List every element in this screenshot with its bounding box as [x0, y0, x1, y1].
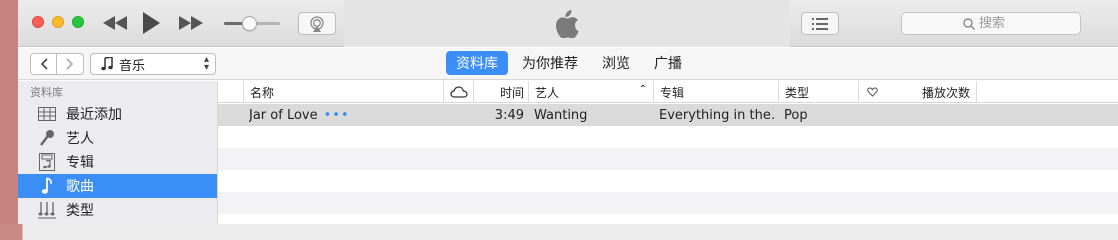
- song-artist-cell: Wanting: [534, 107, 588, 123]
- rewind-button[interactable]: [102, 12, 128, 34]
- sidebar: 资料库 最近添加 艺人 专辑 歌曲 类型: [18, 81, 218, 224]
- navigation-bar: 音乐 ▴ ▾ 资料库 为你推荐 浏览 广播: [18, 48, 1118, 80]
- desktop-background: [0, 0, 18, 224]
- rewind-icon: [103, 16, 127, 30]
- column-header-plays[interactable]: 播放次数: [916, 81, 976, 103]
- songs-table: 名称 时间 艺人 ⌃ 专辑 类型 播放次数 Jar of Love ••• 3:…: [218, 81, 1118, 224]
- table-header: 名称 时间 艺人 ⌃ 专辑 类型 播放次数: [218, 81, 1118, 103]
- itunes-window: 音乐 ▴▾ 资料库 为你推荐 浏览 广播 资料库 最近添加: [18, 0, 1118, 224]
- sidebar-item-artists[interactable]: 艺人: [18, 126, 217, 150]
- up-next-list-button[interactable]: [801, 12, 839, 35]
- table-row[interactable]: Jar of Love ••• 3:49 Wanting Everything …: [218, 104, 1118, 126]
- empty-table-row: [218, 192, 1118, 214]
- column-header-label: 艺人: [535, 85, 560, 100]
- sidebar-item-label: 歌曲: [66, 179, 94, 195]
- back-button[interactable]: [30, 53, 57, 75]
- sidebar-item-label: 专辑: [66, 155, 94, 171]
- minimize-window-button[interactable]: [52, 16, 64, 28]
- tab-for-you[interactable]: 为你推荐: [512, 51, 588, 75]
- tab-browse[interactable]: 浏览: [592, 51, 640, 75]
- airplay-icon: [310, 15, 324, 32]
- apple-logo-icon: [556, 9, 579, 38]
- media-kind-select[interactable]: 音乐 ▴ ▾: [90, 53, 216, 75]
- fast-forward-button[interactable]: [178, 12, 204, 34]
- volume-slider-knob[interactable]: [242, 16, 257, 31]
- more-options-button[interactable]: •••: [324, 108, 350, 123]
- empty-table-row: [218, 148, 1118, 170]
- column-header-icloud[interactable]: [443, 81, 473, 103]
- column-header-album[interactable]: 专辑: [653, 81, 778, 103]
- airplay-button[interactable]: [298, 12, 336, 35]
- empty-table-row: [218, 126, 1118, 148]
- sidebar-item-label: 类型: [66, 203, 94, 219]
- search-icon: [963, 17, 975, 30]
- chevron-left-icon: [40, 58, 48, 70]
- now-playing-display: [344, 0, 790, 47]
- microphone-icon: [38, 129, 56, 147]
- tab-radio[interactable]: 广播: [644, 51, 692, 75]
- tab-library[interactable]: 资料库: [446, 51, 508, 75]
- sidebar-item-songs[interactable]: 歌曲: [18, 174, 217, 198]
- column-header-time[interactable]: 时间: [473, 81, 528, 103]
- column-header-artist[interactable]: 艺人 ⌃: [528, 81, 653, 103]
- grid-icon: [38, 105, 56, 123]
- song-genre-cell: Pop: [784, 107, 808, 123]
- column-header-label: 类型: [785, 85, 810, 100]
- toolbar: [18, 0, 1118, 47]
- heart-icon: [866, 87, 878, 97]
- empty-table-row: [218, 170, 1118, 192]
- sidebar-item-recently-added[interactable]: 最近添加: [18, 102, 217, 126]
- column-header-name[interactable]: 名称: [243, 81, 443, 103]
- sidebar-item-label: 艺人: [66, 131, 94, 147]
- chevron-right-icon: [66, 58, 74, 70]
- song-time-cell: 3:49: [494, 107, 524, 123]
- media-kind-label: 音乐: [119, 58, 146, 74]
- genre-icon: [38, 201, 56, 219]
- song-name-cell: Jar of Love •••: [249, 104, 350, 126]
- sidebar-item-albums[interactable]: 专辑: [18, 150, 217, 174]
- play-button[interactable]: [141, 12, 161, 34]
- list-icon: [812, 17, 828, 30]
- search-input[interactable]: [979, 16, 1019, 31]
- column-header-genre[interactable]: 类型: [778, 81, 858, 103]
- music-note-icon: [38, 177, 56, 195]
- album-icon: [38, 153, 56, 171]
- sidebar-item-label: 最近添加: [66, 107, 122, 123]
- column-header-label: 名称: [250, 85, 275, 100]
- fast-forward-icon: [179, 16, 203, 30]
- column-header-empty: [976, 81, 1118, 103]
- maximize-window-button[interactable]: [72, 16, 84, 28]
- song-album-cell: Everything in the…: [659, 107, 775, 123]
- forward-button[interactable]: [57, 53, 84, 75]
- sidebar-section-title: 资料库: [30, 86, 63, 99]
- search-field[interactable]: [901, 12, 1081, 35]
- column-header-love[interactable]: [858, 81, 885, 103]
- updown-chevron-icon: ▴ ▾: [203, 54, 209, 73]
- music-note-icon: [101, 57, 113, 71]
- play-icon: [143, 12, 160, 34]
- close-window-button[interactable]: [32, 16, 44, 28]
- sort-ascending-icon: ⌃: [638, 84, 647, 95]
- sidebar-item-genres[interactable]: 类型: [18, 198, 217, 222]
- column-header-label: 专辑: [660, 85, 685, 100]
- history-navigation: [30, 53, 84, 75]
- song-name: Jar of Love: [249, 107, 318, 123]
- cloud-icon: [449, 86, 468, 98]
- column-header-label: 时间: [499, 85, 524, 100]
- column-header-label: 播放次数: [922, 85, 971, 100]
- library-tabs: 资料库 为你推荐 浏览 广播: [446, 51, 692, 75]
